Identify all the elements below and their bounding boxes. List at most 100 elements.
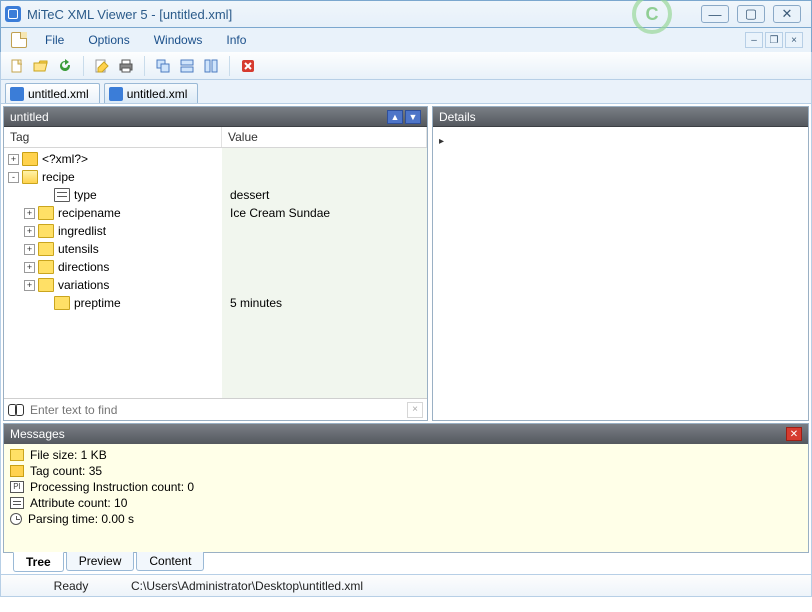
find-input[interactable] [30, 403, 401, 417]
tree-panel: untitled ▲ ▼ Tag Value + <?xml?> - recipe ty… [3, 106, 428, 421]
message-line: Parsing time: 0.00 s [10, 511, 802, 527]
messages-wrap: Messages ✕ File size: 1 KB Tag count: 35 P… [0, 423, 812, 553]
column-value[interactable]: Value [222, 127, 427, 147]
menu-windows[interactable]: Windows [144, 30, 213, 50]
collapse-all-button[interactable]: ▲ [387, 110, 403, 124]
clear-find-button[interactable]: × [407, 402, 423, 418]
message-text: Tag count: 35 [30, 464, 102, 478]
expand-all-button[interactable]: ▼ [405, 110, 421, 124]
messages-body: File size: 1 KB Tag count: 35 Processing I… [4, 444, 808, 552]
folder-icon [10, 449, 24, 461]
tab-tree[interactable]: Tree [13, 552, 64, 572]
tree-row[interactable]: + <?xml?> [4, 150, 222, 168]
message-text: Parsing time: 0.00 s [28, 512, 134, 526]
tree-row[interactable]: +directions [4, 258, 222, 276]
toolbar [0, 52, 812, 80]
doc-tab-icon [109, 87, 123, 101]
document-tabs: untitled.xml untitled.xml [0, 80, 812, 104]
tree-row[interactable]: type [4, 186, 222, 204]
tree-body: + <?xml?> - recipe type + recipename + ingredlis… [4, 148, 427, 398]
doc-tab[interactable]: untitled.xml [5, 83, 100, 103]
tree-row[interactable]: + ingredlist [4, 222, 222, 240]
tab-preview[interactable]: Preview [66, 552, 135, 571]
tree-panel-title: untitled [10, 110, 49, 124]
expander-icon[interactable]: + [24, 226, 35, 237]
edit-button[interactable] [92, 56, 112, 76]
pi-icon [10, 481, 24, 493]
mdi-minimize-button[interactable]: – [745, 32, 763, 48]
doc-tab-icon [10, 87, 24, 101]
titlebar: MiTeC XML Viewer 5 - [untitled.xml] ― ▢ … [0, 0, 812, 28]
maximize-button[interactable]: ▢ [737, 5, 765, 23]
tree-row[interactable]: + utensils [4, 240, 222, 258]
attr-icon [10, 497, 24, 509]
menu-options[interactable]: Options [78, 30, 139, 50]
menu-info[interactable]: Info [216, 30, 256, 50]
app-icon [5, 6, 21, 22]
minimize-button[interactable]: ― [701, 5, 729, 23]
tree-value-cell [222, 240, 427, 258]
message-line: File size: 1 KB [10, 447, 802, 463]
expand-arrow-icon[interactable]: ▸ [439, 136, 444, 147]
tree-value-cell [222, 168, 427, 186]
tree-row[interactable]: +variations [4, 276, 222, 294]
tree-tag-label: utensils [58, 242, 99, 256]
message-text: File size: 1 KB [30, 448, 107, 462]
expander-icon[interactable]: + [24, 280, 35, 291]
window-title: MiTeC XML Viewer 5 - [untitled.xml] [27, 7, 701, 22]
tree-panel-header: untitled ▲ ▼ [4, 107, 427, 127]
column-tag[interactable]: Tag [4, 127, 222, 147]
tree-columns: Tag Value [4, 127, 427, 148]
tree-tag-label: <?xml?> [42, 152, 88, 166]
expander-icon[interactable]: + [8, 154, 19, 165]
element-icon [38, 242, 54, 256]
tile-vertical-button[interactable] [201, 56, 221, 76]
message-line: Processing Instruction count: 0 [10, 479, 802, 495]
doc-tab[interactable]: untitled.xml [104, 83, 199, 103]
main-row: untitled ▲ ▼ Tag Value + <?xml?> - recipe ty… [0, 104, 812, 423]
tree-row[interactable]: + recipename [4, 204, 222, 222]
window-controls: ― ▢ ✕ [701, 5, 801, 23]
tree-tag-label: ingredlist [58, 224, 106, 238]
message-line: Attribute count: 10 [10, 495, 802, 511]
message-line: Tag count: 35 [10, 463, 802, 479]
messages-close-button[interactable]: ✕ [786, 427, 802, 441]
tile-horizontal-button[interactable] [177, 56, 197, 76]
attribute-icon [54, 188, 70, 202]
tree-value-cell [222, 222, 427, 240]
print-button[interactable] [116, 56, 136, 76]
tab-content[interactable]: Content [136, 552, 204, 571]
refresh-button[interactable] [55, 56, 75, 76]
clock-icon [10, 513, 22, 525]
message-text: Attribute count: 10 [30, 496, 127, 510]
mdi-close-button[interactable]: × [785, 32, 803, 48]
expander-icon[interactable]: + [24, 208, 35, 219]
new-button[interactable] [7, 56, 27, 76]
expander-icon[interactable]: - [8, 172, 19, 183]
expander-icon[interactable]: + [24, 244, 35, 255]
element-icon [54, 296, 70, 310]
open-button[interactable] [31, 56, 51, 76]
tree-row[interactable]: - recipe [4, 168, 222, 186]
messages-header: Messages ✕ [4, 424, 808, 444]
details-panel-title: Details [439, 110, 476, 124]
tree-tag-label: recipename [58, 206, 121, 220]
binoculars-icon [8, 404, 24, 416]
tree-tag-label: recipe [42, 170, 75, 184]
tree-row[interactable]: preptime [4, 294, 222, 312]
message-text: Processing Instruction count: 0 [30, 480, 194, 494]
tree-value-cell: Ice Cream Sundae [222, 204, 427, 222]
doc-tab-label: untitled.xml [127, 87, 188, 101]
watermark-icon [632, 0, 672, 34]
cascade-button[interactable] [153, 56, 173, 76]
doc-tab-label: untitled.xml [28, 87, 89, 101]
expander-icon[interactable]: + [24, 262, 35, 273]
mdi-controls: – ❐ × [745, 32, 803, 48]
close-button[interactable]: ✕ [773, 5, 801, 23]
close-doc-button[interactable] [238, 56, 258, 76]
tree-tag-label: preptime [74, 296, 121, 310]
element-icon [38, 260, 54, 274]
menu-file[interactable]: File [35, 30, 74, 50]
details-panel-header: Details [433, 107, 808, 127]
mdi-restore-button[interactable]: ❐ [765, 32, 783, 48]
